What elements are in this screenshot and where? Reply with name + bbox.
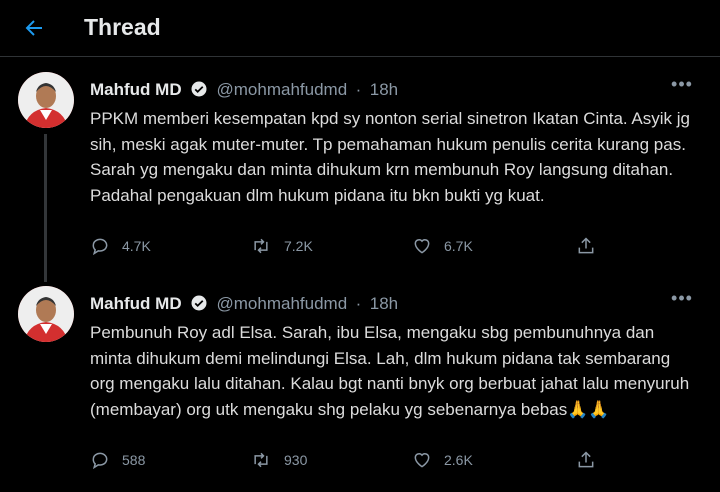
tweet-text: PPKM memberi kesempatan kpd sy nonton se… [90,109,691,205]
tweet-actions: 4.7K 7.2K 6.7K [90,232,610,260]
tweet[interactable]: Mahfud MD @mohmahfudmd · 18h ••• PPKM me… [0,72,720,282]
like-button[interactable]: 6.7K [412,232,473,260]
verified-badge-icon [190,80,208,103]
like-count: 6.7K [444,238,473,254]
reply-icon [92,238,108,256]
like-button[interactable]: 2.6K [412,446,473,474]
retweet-button[interactable]: 7.2K [250,232,313,260]
heart-icon [414,453,430,468]
tweet-text: Pembunuh Roy adl Elsa. Sarah, ibu Elsa, … [90,323,690,419]
author-handle[interactable]: @mohmahfudmd [217,294,348,313]
page-title: Thread [84,14,161,40]
author-handle[interactable]: @mohmahfudmd [217,80,348,99]
tweet-time[interactable]: 18h [370,80,398,99]
heart-icon [414,239,430,254]
retweet-count: 7.2K [284,238,313,254]
thread-connector-line [44,134,47,282]
author-name[interactable]: Mahfud MD [90,294,182,313]
separator-dot: · [355,80,362,99]
tweet[interactable]: Mahfud MD @mohmahfudmd · 18h ••• Pembunu… [0,286,720,492]
share-button[interactable] [576,446,608,474]
separator-dot: · [355,294,362,313]
like-count: 2.6K [444,452,473,468]
share-icon [578,237,594,254]
more-options-icon[interactable]: ••• [670,288,694,308]
tweet-actions: 588 930 2.6K [90,446,610,474]
retweet-button[interactable]: 930 [250,446,307,474]
share-button[interactable] [576,232,608,260]
retweet-icon [254,238,268,254]
more-options-icon[interactable]: ••• [670,74,694,94]
share-icon [578,451,594,468]
arrow-left-icon[interactable] [18,12,50,44]
retweet-icon [254,452,268,468]
thread-header: Thread [0,0,720,57]
retweet-count: 930 [284,452,308,468]
avatar[interactable] [18,286,74,342]
reply-count: 4.7K [122,238,151,254]
author-name[interactable]: Mahfud MD [90,80,182,99]
tweet-time[interactable]: 18h [370,294,398,313]
reply-button[interactable]: 4.7K [90,232,151,260]
reply-count: 588 [122,452,146,468]
verified-badge-icon [190,294,208,317]
reply-icon [92,452,108,470]
avatar[interactable] [18,72,74,128]
reply-button[interactable]: 588 [90,446,145,474]
